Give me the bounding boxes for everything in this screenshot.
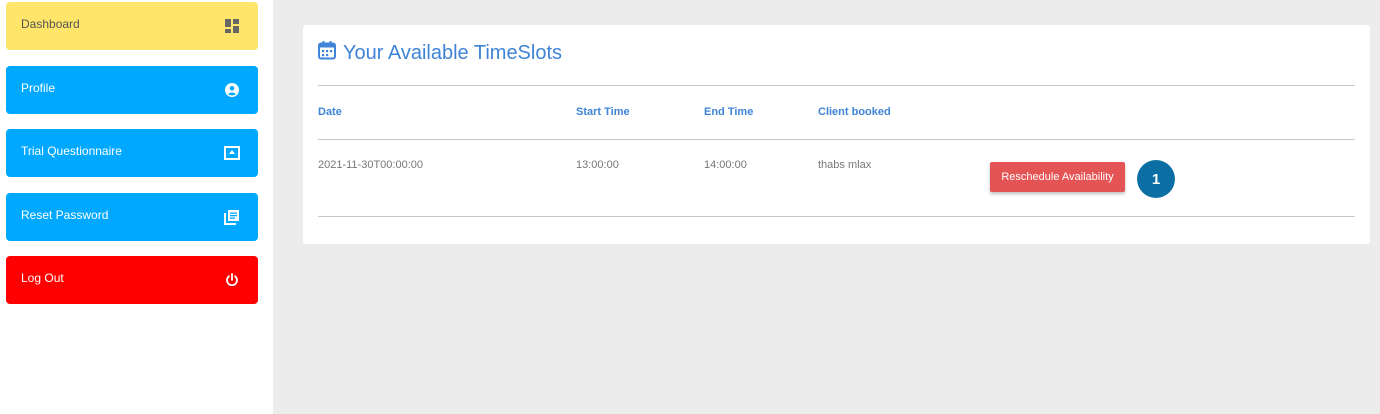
sidebar-item-dashboard[interactable]: Dashboard — [6, 2, 258, 50]
reschedule-availability-button[interactable]: Reschedule Availability — [990, 162, 1125, 192]
cell-date: 2021-11-30T00:00:00 — [318, 159, 423, 171]
sidebar: Dashboard Profile Trial Questionnaire Re… — [0, 0, 273, 414]
cell-end-time: 14:00:00 — [704, 159, 747, 171]
power-icon — [224, 272, 240, 288]
sidebar-item-log-out[interactable]: Log Out — [6, 256, 258, 304]
sidebar-item-trial-questionnaire[interactable]: Trial Questionnaire — [6, 129, 258, 177]
sidebar-item-label: Profile — [21, 81, 56, 95]
library-books-icon — [224, 209, 240, 225]
cell-client-booked: thabs mlax — [818, 159, 872, 171]
divider — [318, 216, 1355, 217]
sidebar-item-label: Log Out — [21, 271, 64, 285]
column-header-date: Date — [318, 106, 342, 118]
divider — [318, 85, 1355, 86]
dashboard-icon — [224, 18, 240, 34]
divider — [318, 139, 1355, 140]
user-circle-icon — [224, 82, 240, 98]
page-title: Your Available TimeSlots — [317, 41, 562, 65]
sidebar-item-label: Dashboard — [21, 17, 80, 31]
page-title-text: Your Available TimeSlots — [343, 41, 563, 64]
column-header-start-time: Start Time — [576, 106, 630, 118]
column-header-client-booked: Client booked — [818, 106, 891, 118]
sidebar-item-label: Trial Questionnaire — [21, 144, 122, 158]
upload-box-icon — [224, 145, 240, 161]
cell-start-time: 13:00:00 — [576, 159, 619, 171]
sidebar-item-reset-password[interactable]: Reset Password — [6, 193, 258, 241]
column-header-end-time: End Time — [704, 106, 754, 118]
calendar-icon — [317, 40, 337, 66]
sidebar-item-label: Reset Password — [21, 208, 109, 222]
timeslots-card: Your Available TimeSlots Date Start Time… — [303, 25, 1370, 244]
step-badge: 1 — [1137, 160, 1175, 198]
sidebar-item-profile[interactable]: Profile — [6, 66, 258, 114]
